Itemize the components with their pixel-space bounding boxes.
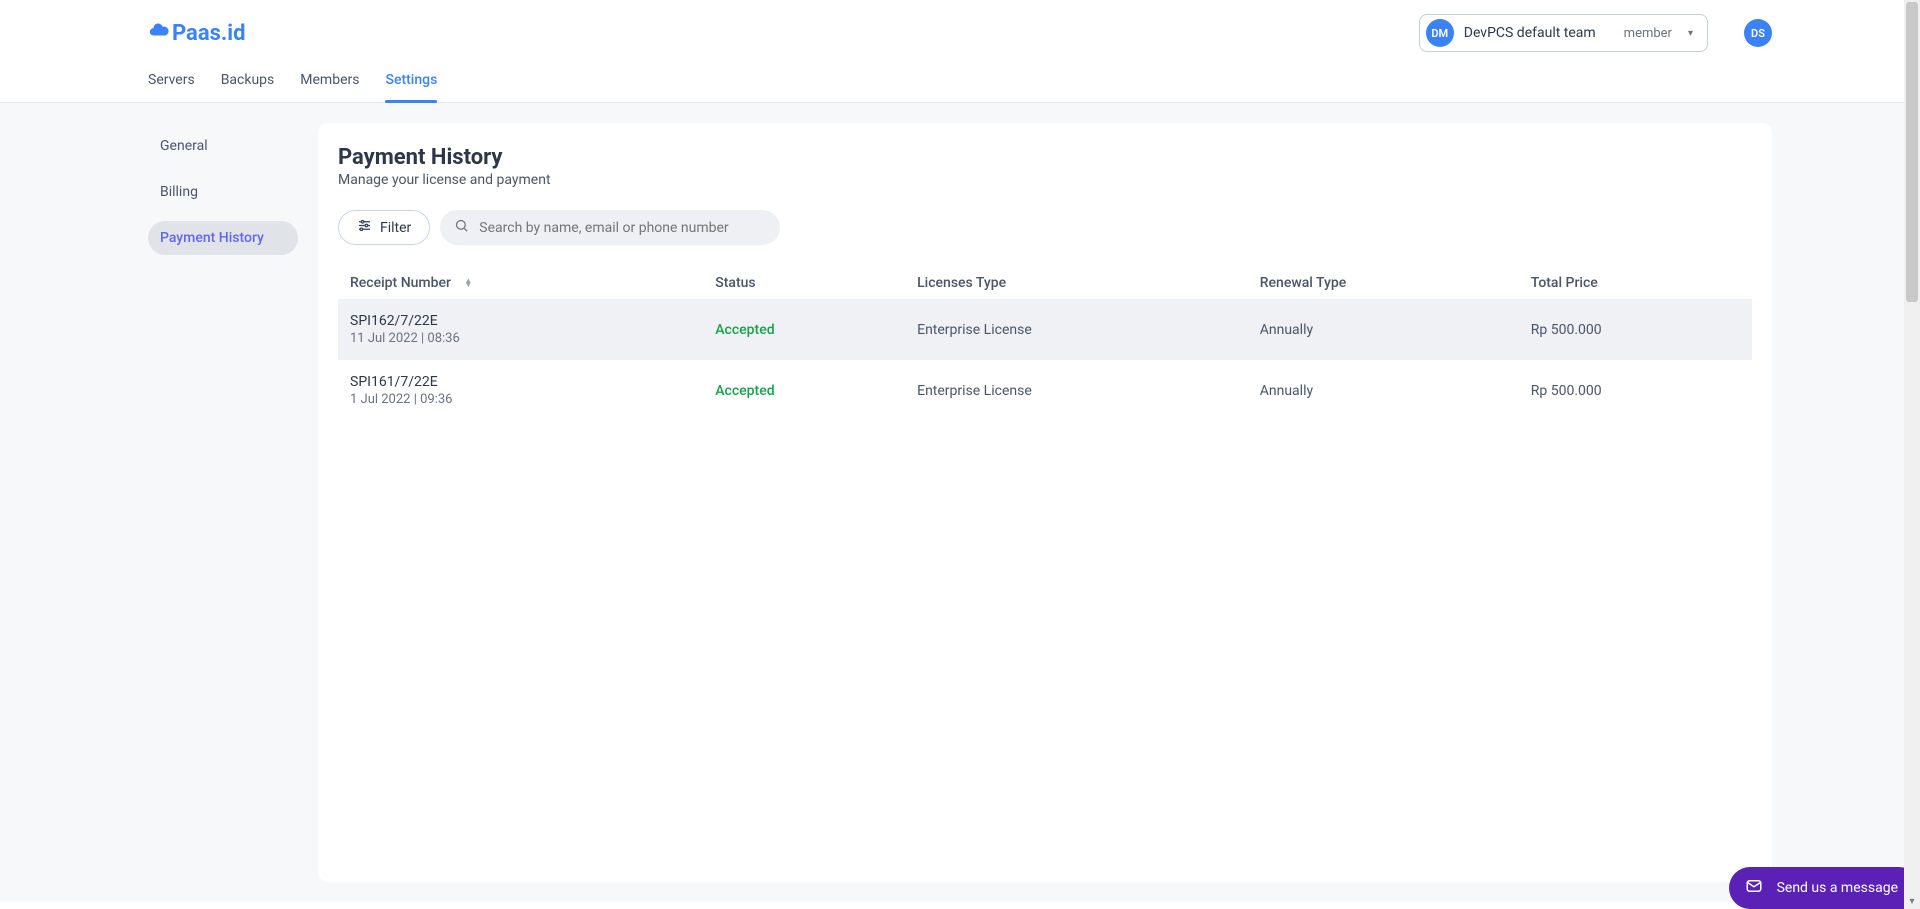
status-badge: Accepted (715, 322, 774, 338)
sort-icon: ▲▼ (464, 279, 472, 287)
search-icon (454, 218, 469, 237)
team-selector[interactable]: DM DevPCS default team member ▾ (1419, 14, 1708, 52)
col-receipt[interactable]: Receipt Number ▲▼ (338, 267, 705, 299)
renewal-type: Annually (1250, 360, 1521, 421)
table-row[interactable]: SPI161/7/22E 1 Jul 2022 | 09:36 Accepted… (338, 360, 1752, 421)
nav-members[interactable]: Members (300, 72, 359, 102)
nav-settings[interactable]: Settings (385, 72, 437, 102)
cloud-icon (148, 19, 170, 47)
payment-history-panel: Payment History Manage your license and … (318, 123, 1772, 882)
receipt-number: SPI162/7/22E (350, 313, 695, 329)
nav-servers[interactable]: Servers (148, 72, 195, 102)
chat-widget[interactable]: Send us a message ▾ (1729, 867, 1920, 909)
total-price: Rp 500.000 (1521, 360, 1752, 421)
receipt-number: SPI161/7/22E (350, 374, 695, 390)
user-avatar[interactable]: DS (1744, 19, 1772, 47)
chat-label: Send us a message (1777, 880, 1898, 896)
sidebar-item-general[interactable]: General (148, 129, 298, 163)
total-price: Rp 500.000 (1521, 299, 1752, 360)
renewal-type: Annually (1250, 299, 1521, 360)
col-renewal: Renewal Type (1250, 267, 1521, 299)
receipt-date: 11 Jul 2022 | 08:36 (350, 331, 695, 346)
page-subtitle: Manage your license and payment (338, 172, 1752, 188)
team-name: DevPCS default team (1464, 25, 1596, 41)
settings-sidebar: General Billing Payment History (148, 123, 298, 882)
receipt-date: 1 Jul 2022 | 09:36 (350, 392, 695, 407)
sidebar-item-payment-history[interactable]: Payment History (148, 221, 298, 255)
scroll-thumb[interactable] (1906, 2, 1918, 302)
sliders-icon (357, 218, 372, 237)
col-license: Licenses Type (907, 267, 1250, 299)
col-total: Total Price (1521, 267, 1752, 299)
scroll-down-arrow[interactable]: ▾ (1904, 893, 1920, 909)
license-type: Enterprise License (907, 299, 1250, 360)
status-badge: Accepted (715, 383, 774, 399)
payment-table: Receipt Number ▲▼ Status Licenses Type R… (338, 267, 1752, 421)
filter-label: Filter (380, 220, 411, 236)
team-role: member (1624, 26, 1672, 41)
license-type: Enterprise License (907, 360, 1250, 421)
col-status: Status (705, 267, 907, 299)
nav-backups[interactable]: Backups (221, 72, 275, 102)
filter-button[interactable]: Filter (338, 210, 430, 245)
mail-icon (1745, 877, 1763, 899)
page-title: Payment History (338, 145, 1752, 170)
search-box[interactable] (440, 210, 780, 245)
logo[interactable]: Paas.id (148, 19, 246, 47)
main-nav: Servers Backups Members Settings (0, 52, 1920, 103)
vertical-scrollbar[interactable]: ▴ ▾ (1904, 0, 1920, 909)
sidebar-item-billing[interactable]: Billing (148, 175, 298, 209)
table-row[interactable]: SPI162/7/22E 11 Jul 2022 | 08:36 Accepte… (338, 299, 1752, 360)
chevron-down-icon: ▾ (1688, 28, 1693, 39)
search-input[interactable] (477, 219, 766, 237)
team-avatar: DM (1426, 19, 1454, 47)
logo-text: Paas.id (172, 21, 246, 46)
